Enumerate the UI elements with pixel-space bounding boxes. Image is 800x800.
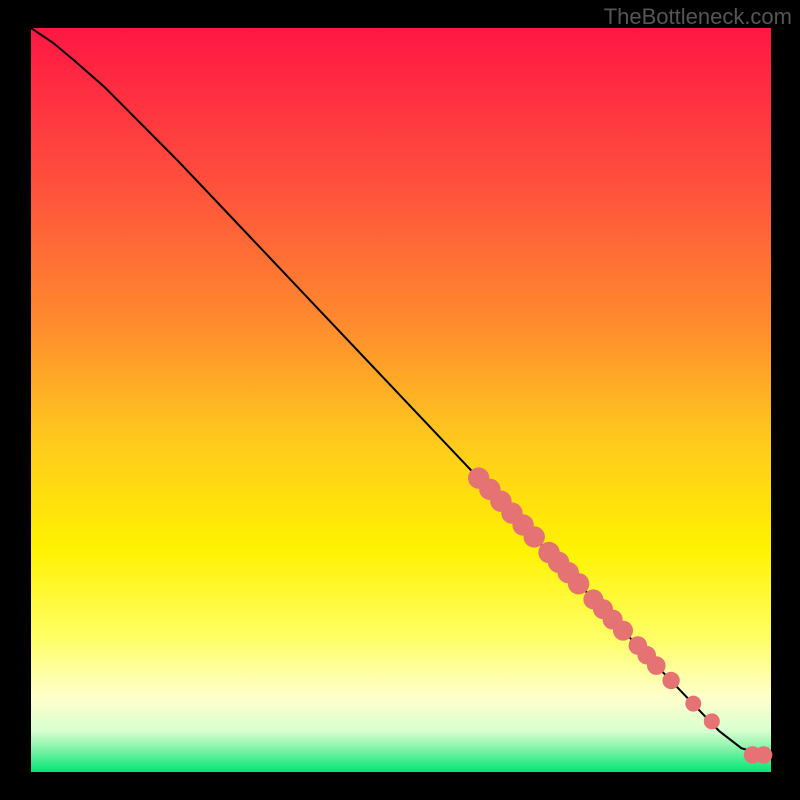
chart-stage: TheBottleneck.com (0, 0, 800, 800)
data-marker (647, 656, 666, 675)
data-marker (613, 621, 633, 641)
data-marker (704, 713, 720, 729)
bottleneck-chart (0, 0, 800, 800)
data-marker (685, 696, 701, 712)
watermark-text: TheBottleneck.com (604, 4, 792, 30)
data-marker (662, 672, 679, 689)
data-marker (755, 746, 772, 763)
data-marker (524, 526, 545, 547)
data-marker (568, 573, 589, 594)
